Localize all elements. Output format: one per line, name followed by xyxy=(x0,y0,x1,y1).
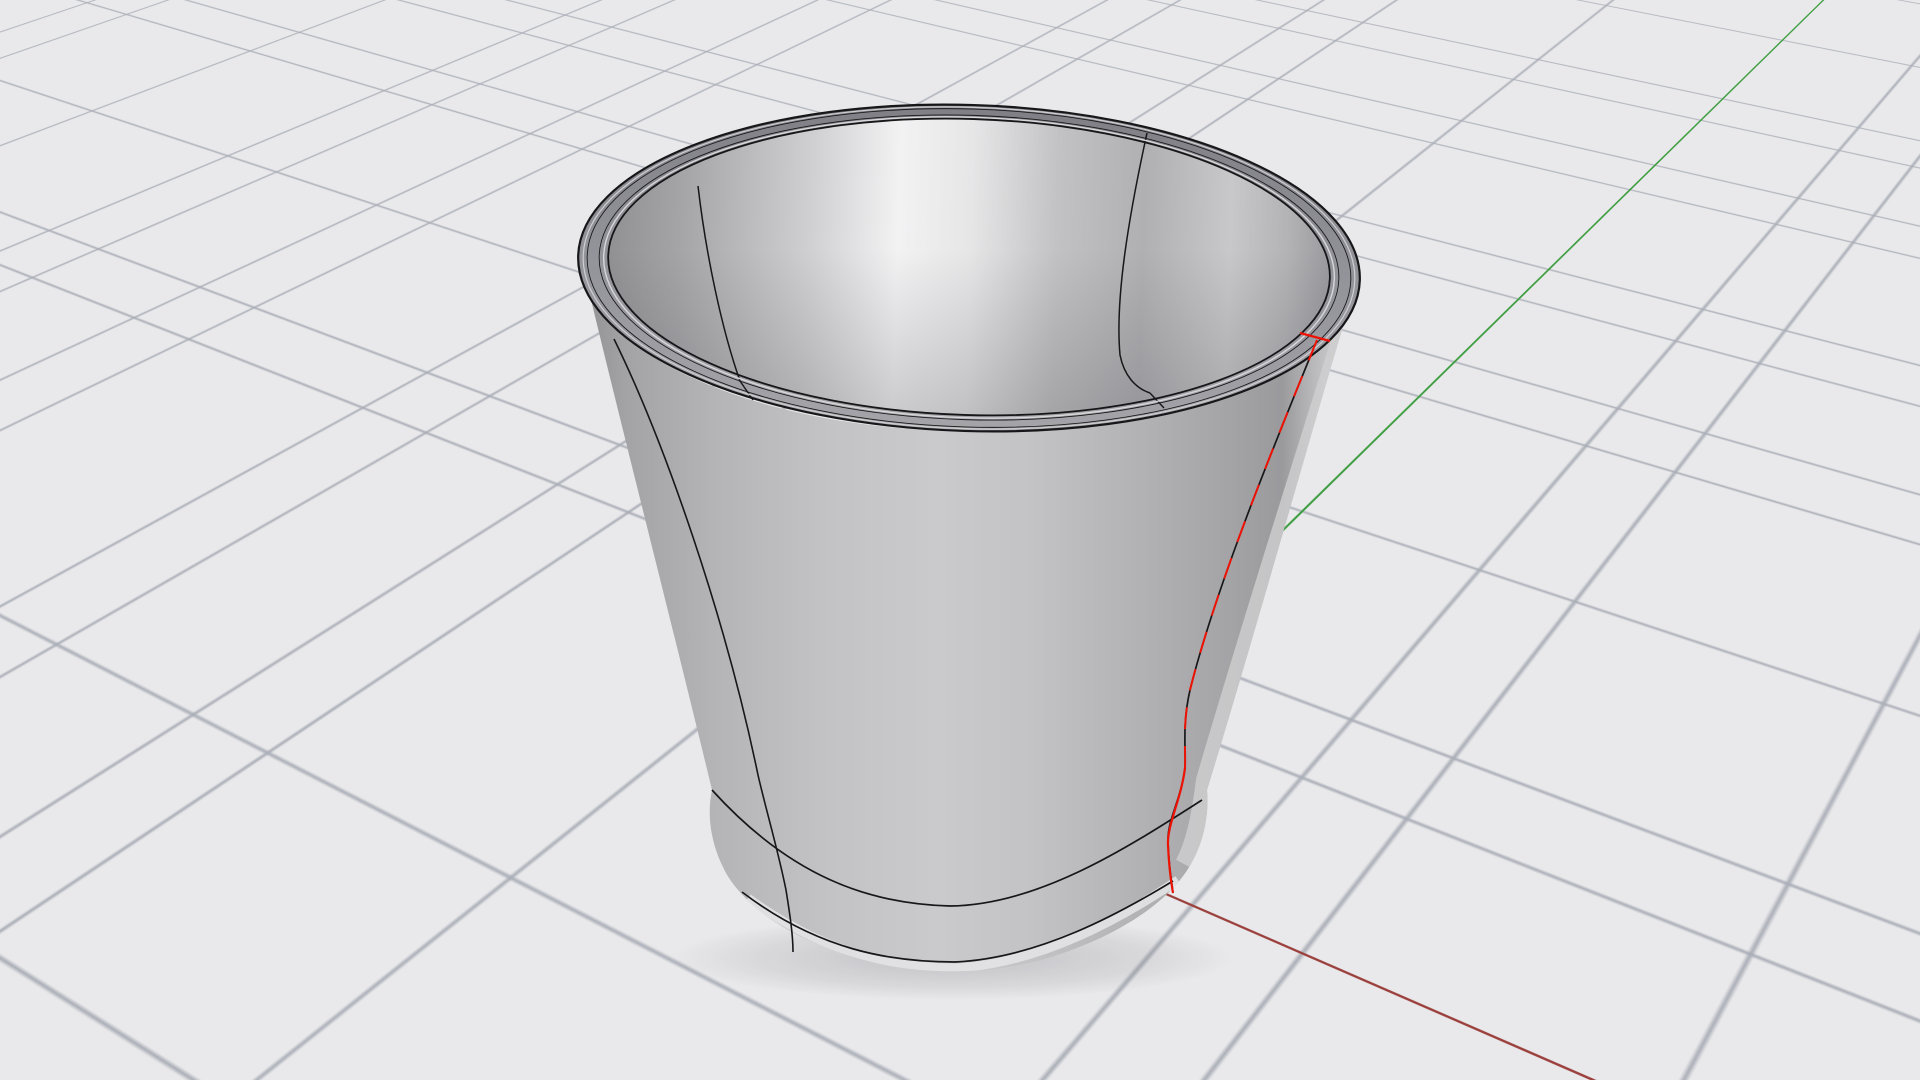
cup-model[interactable] xyxy=(0,0,1920,1080)
viewport[interactable] xyxy=(0,0,1920,1080)
